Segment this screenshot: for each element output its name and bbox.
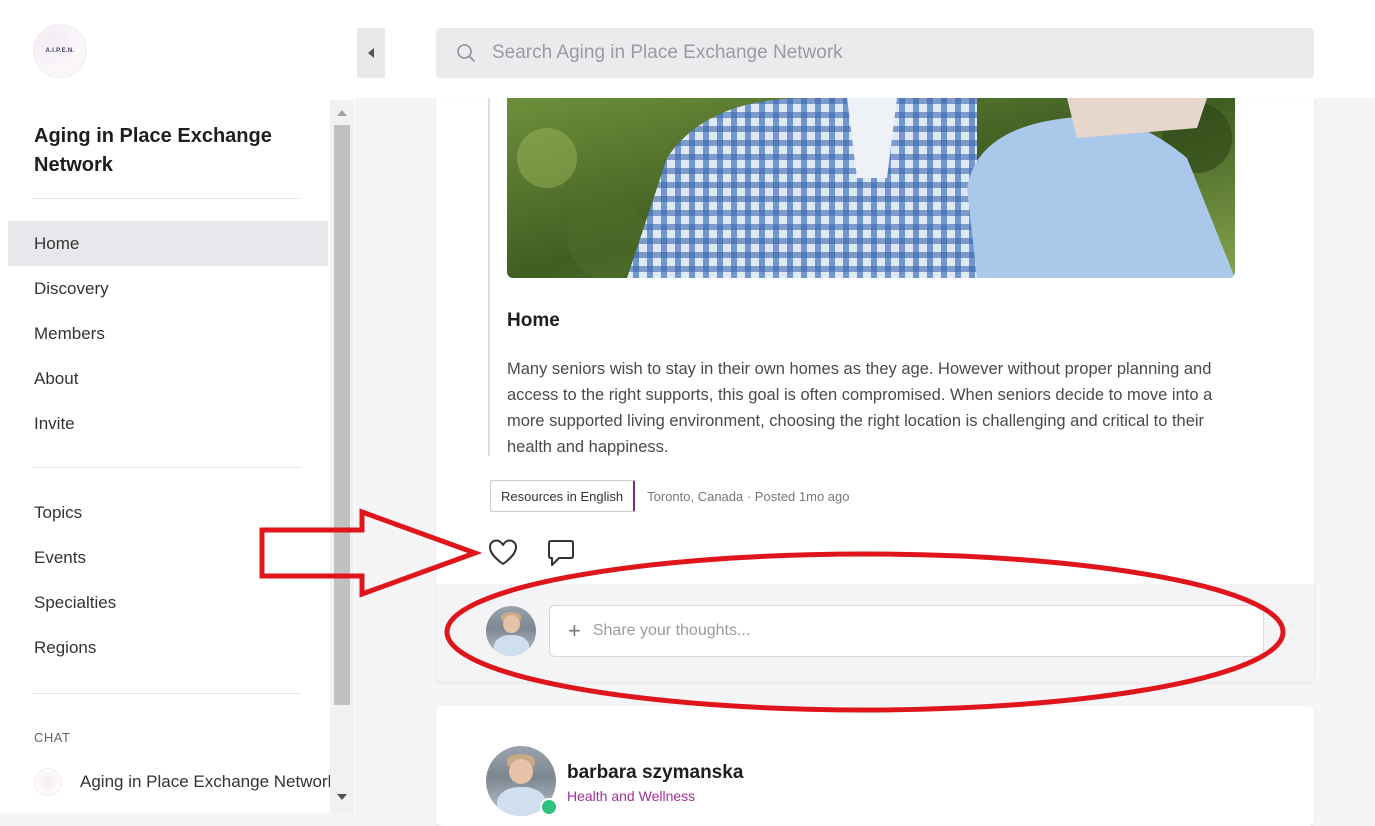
sidebar-divider <box>32 693 300 694</box>
quote-bar <box>488 98 490 456</box>
sidebar-item-members[interactable]: Members <box>8 311 328 356</box>
chevron-left-icon <box>368 48 374 58</box>
sidebar-item-home[interactable]: Home <box>8 221 328 266</box>
scroll-down-arrow-icon[interactable] <box>337 794 347 800</box>
sidebar-item-label: Regions <box>34 637 97 657</box>
post-card: Home Many seniors wish to stay in their … <box>436 98 1314 682</box>
author-name[interactable]: barbara szymanska <box>567 762 743 784</box>
scrollbar-thumb[interactable] <box>334 125 350 705</box>
search-icon <box>457 44 475 62</box>
search-input[interactable]: Search Aging in Place Exchange Network <box>492 42 843 64</box>
current-user-avatar[interactable] <box>486 606 536 656</box>
sidebar-item-label: Invite <box>34 413 75 433</box>
sidebar-item-specialties[interactable]: Specialties <box>8 580 328 625</box>
sidebar-divider <box>32 467 300 468</box>
chat-item-network[interactable]: Aging in Place Exchange Network <box>34 765 334 799</box>
online-status-indicator <box>540 798 558 816</box>
sidebar-item-regions[interactable]: Regions <box>8 625 328 670</box>
post-photo-illustration <box>507 98 1235 278</box>
sidebar-item-events[interactable]: Events <box>8 535 328 580</box>
sidebar-item-label: Members <box>34 323 105 343</box>
sidebar-scrollbar[interactable] <box>330 100 354 813</box>
sidebar: A.I.P.E.N. Aging in Place Exchange Netwo… <box>0 0 355 813</box>
sidebar-item-topics[interactable]: Topics <box>8 490 328 535</box>
sidebar-item-invite[interactable]: Invite <box>8 401 328 446</box>
sidebar-item-label: Topics <box>34 502 83 522</box>
sidebar-item-label: Home <box>34 233 80 253</box>
comment-icon[interactable] <box>544 536 578 570</box>
post-meta: Resources in English Toronto, Canada · P… <box>490 480 849 512</box>
network-title[interactable]: Aging in Place Exchange Network <box>34 122 294 180</box>
sidebar-item-discovery[interactable]: Discovery <box>8 266 328 311</box>
author-subtitle[interactable]: Health and Wellness <box>567 788 695 804</box>
sidebar-divider <box>32 198 300 199</box>
comment-placeholder: Share your thoughts... <box>592 622 751 639</box>
next-post-card: barbara szymanska Health and Wellness <box>436 706 1314 826</box>
post-title[interactable]: Home <box>507 310 560 332</box>
search-bar[interactable]: Search Aging in Place Exchange Network <box>436 28 1314 78</box>
sidebar-item-about[interactable]: About <box>8 356 328 401</box>
sidebar-item-label: About <box>34 368 79 388</box>
like-heart-icon[interactable] <box>486 536 520 570</box>
post-location-time: Toronto, Canada · Posted 1mo ago <box>647 488 850 504</box>
logo-text: A.I.P.E.N. <box>45 48 75 54</box>
chat-section-label: CHAT <box>34 730 71 745</box>
sidebar-item-label: Discovery <box>34 278 109 298</box>
post-image[interactable] <box>507 98 1235 278</box>
chat-logo-icon <box>34 768 62 796</box>
topic-tag[interactable]: Resources in English <box>490 480 636 512</box>
plus-icon: + <box>568 618 581 643</box>
comment-area: + Share your thoughts... <box>436 584 1314 682</box>
sidebar-item-label: Events <box>34 547 86 567</box>
collapse-sidebar-button[interactable] <box>357 28 385 78</box>
comment-input[interactable]: + Share your thoughts... <box>549 605 1264 657</box>
scroll-up-arrow-icon[interactable] <box>337 110 347 116</box>
network-logo[interactable]: A.I.P.E.N. <box>33 24 87 78</box>
sidebar-item-label: Specialties <box>34 592 117 612</box>
chat-item-label: Aging in Place Exchange Network <box>80 772 334 791</box>
post-body: Many seniors wish to stay in their own h… <box>507 360 1213 456</box>
post-actions <box>486 536 578 570</box>
